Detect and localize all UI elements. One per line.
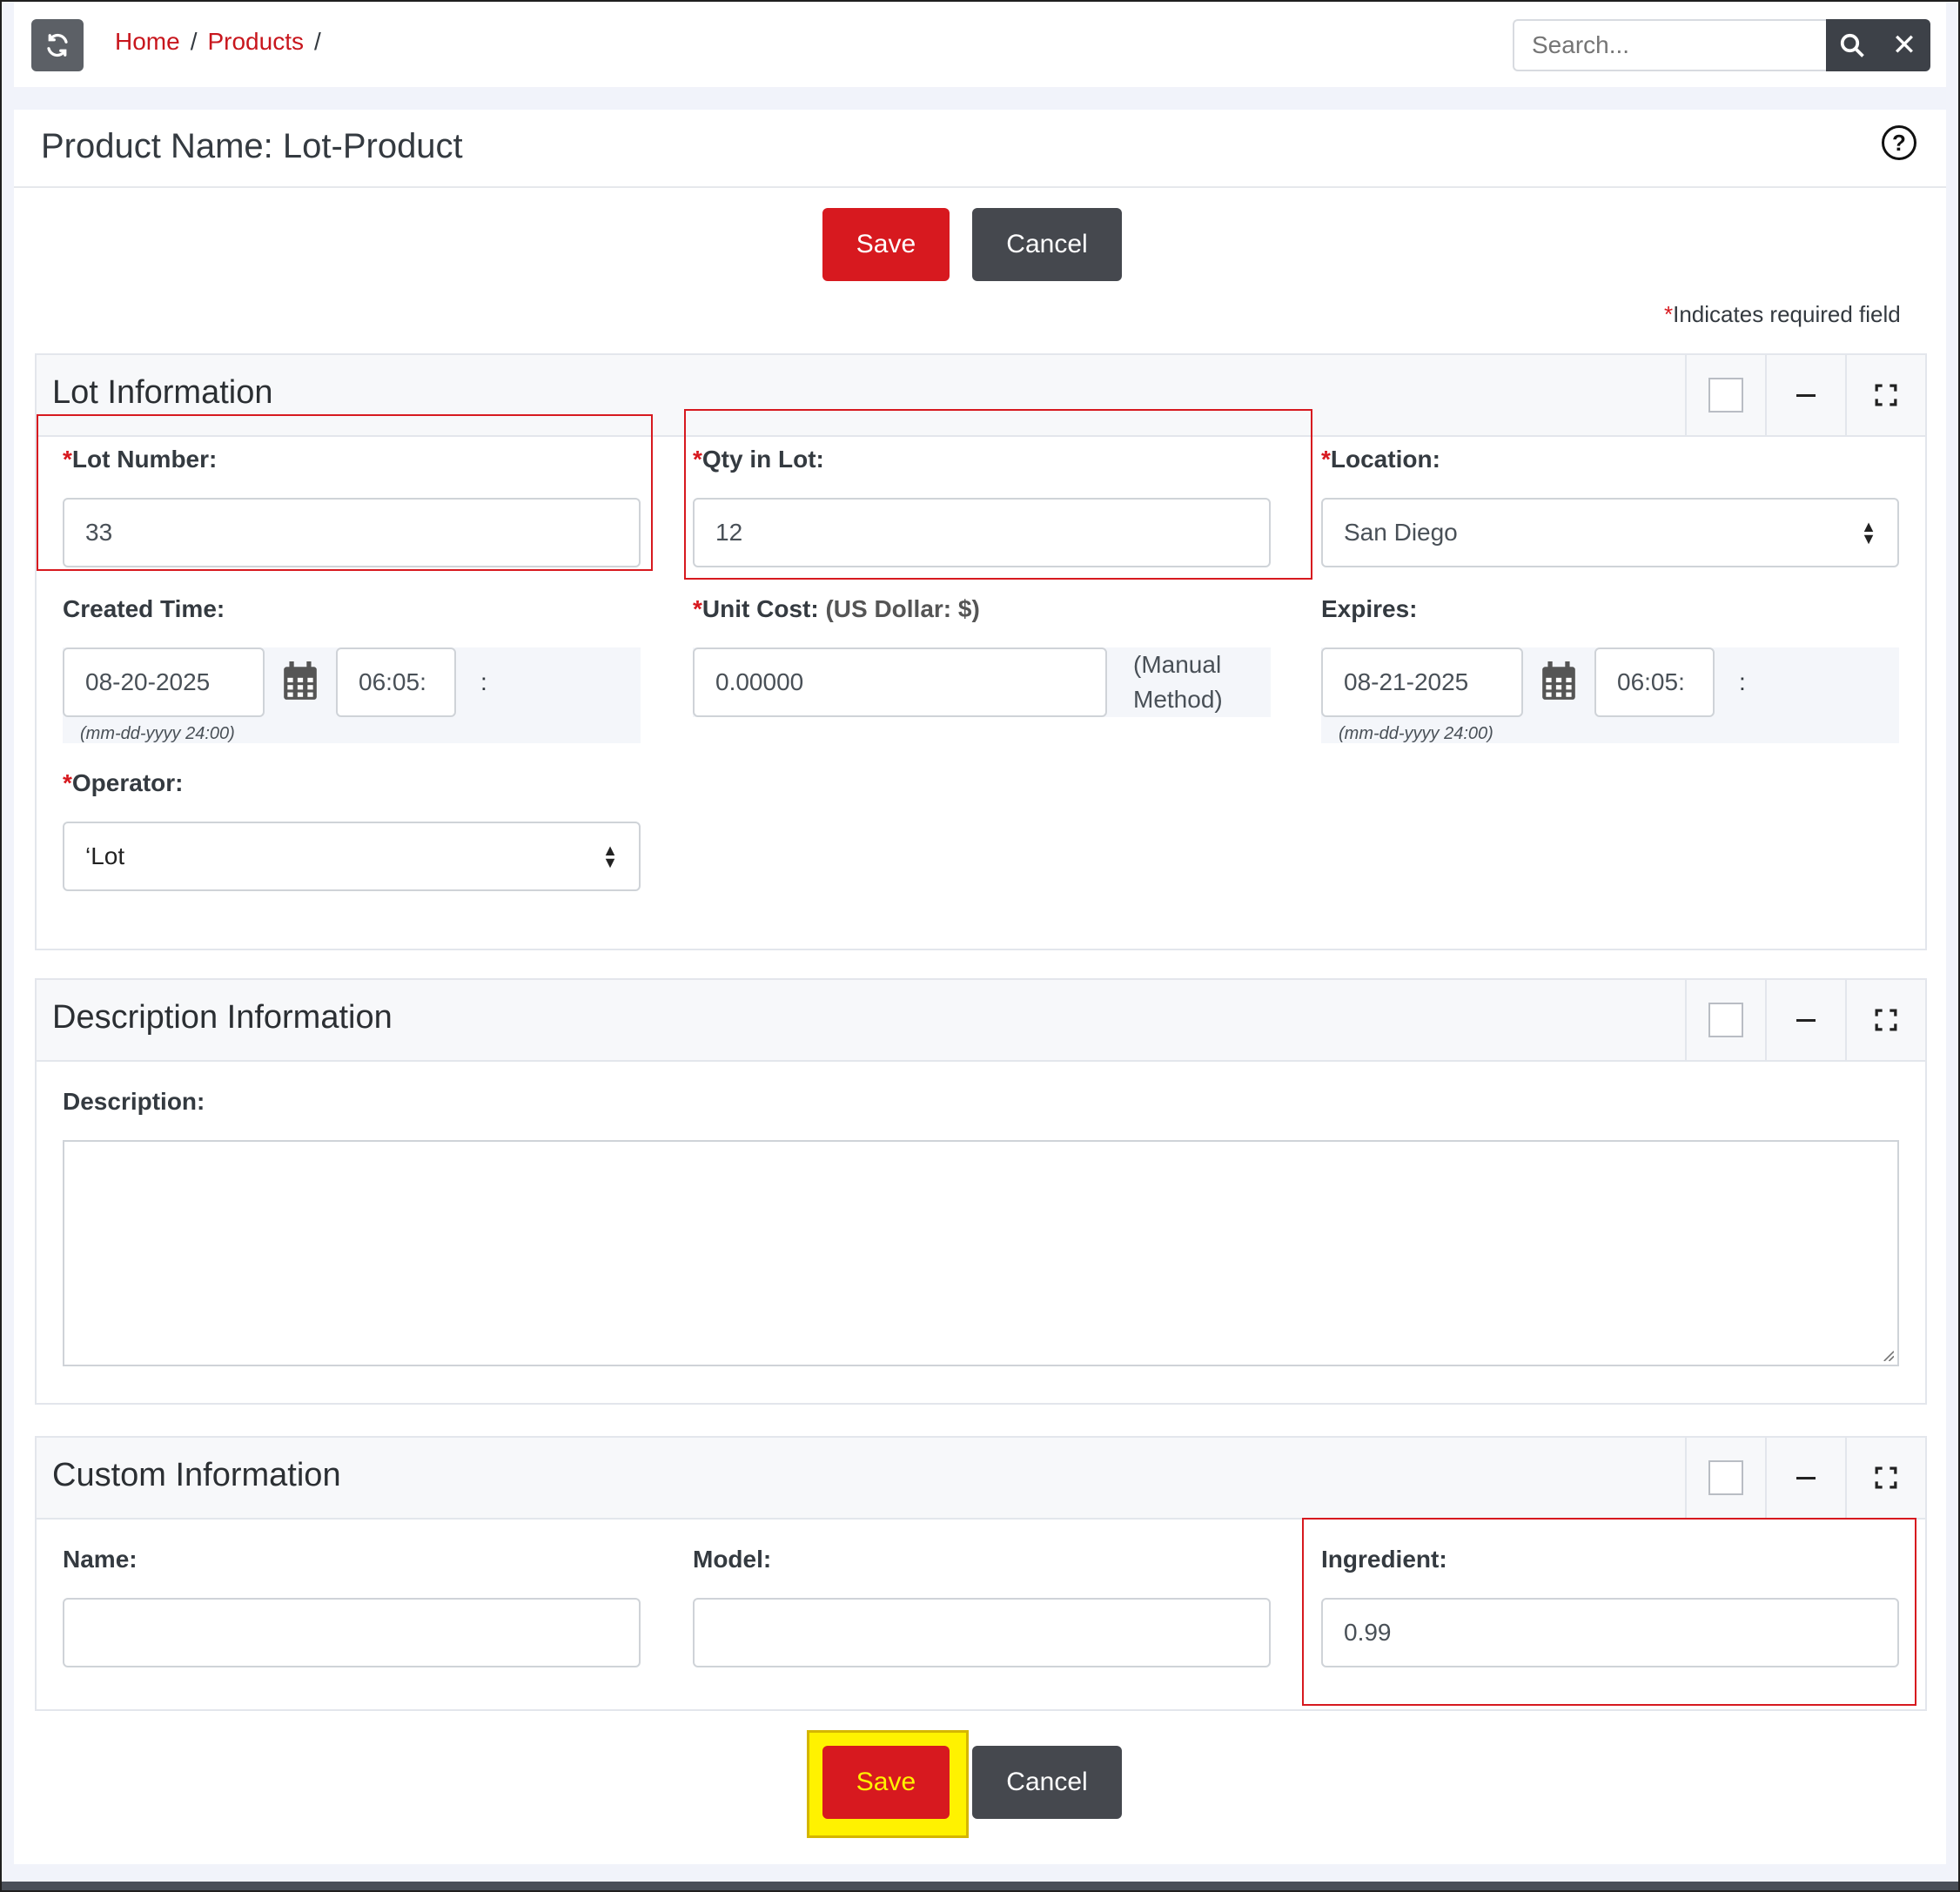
unit-cost-label: *Unit Cost: (US Dollar: $) <box>693 595 980 622</box>
name-label: Name: <box>63 1546 138 1573</box>
minimize-icon <box>1796 1476 1816 1479</box>
minimize-icon <box>1796 393 1816 397</box>
date-format-hint: (mm-dd-yyyy 24:00) <box>1339 724 1493 743</box>
location-label: *Location: <box>1321 446 1440 473</box>
created-time-input[interactable]: 06:05: <box>336 647 456 717</box>
fullscreen-button[interactable] <box>1845 1438 1925 1518</box>
ingredient-label: Ingredient: <box>1321 1546 1447 1573</box>
time-separator: : <box>480 668 487 695</box>
operator-label: *Operator: <box>63 769 184 796</box>
panel-tools <box>1685 355 1925 435</box>
search-button[interactable] <box>1826 19 1878 71</box>
top-bar: Home / Products / ✕ <box>14 2 1946 87</box>
time-separator: : <box>1739 668 1746 695</box>
description-label: Description: <box>63 1088 205 1115</box>
unit-cost-method: (Manual Method) <box>1133 651 1223 713</box>
breadcrumb-home-link[interactable]: Home <box>115 28 180 56</box>
panel-select-checkbox[interactable] <box>1685 980 1765 1060</box>
unit-cost-input[interactable]: 0.00000 <box>693 647 1107 717</box>
description-information-panel: Description Information Description: <box>35 978 1927 1405</box>
refresh-button[interactable] <box>31 19 84 71</box>
fullscreen-button[interactable] <box>1845 355 1925 435</box>
operator-selected-value: ‘Lot <box>85 842 125 869</box>
lot-information-panel: Lot Information *Lot Number: 33 *Qty in … <box>35 353 1927 950</box>
calendar-icon[interactable] <box>282 661 319 701</box>
ingredient-input[interactable]: 0.99 <box>1321 1598 1899 1667</box>
page-header: Product Name: Lot-Product ? <box>14 110 1946 188</box>
minimize-button[interactable] <box>1765 1438 1845 1518</box>
page-card: Product Name: Lot-Product ? Save Cancel … <box>14 110 1946 1864</box>
panel-header: Custom Information <box>37 1438 1925 1520</box>
date-format-hint: (mm-dd-yyyy 24:00) <box>80 724 235 743</box>
panel-title: Custom Information <box>52 1457 341 1493</box>
fullscreen-icon <box>1875 384 1897 406</box>
expires-date-input[interactable]: 08-21-2025 <box>1321 647 1523 717</box>
lot-number-label: *Lot Number: <box>63 446 218 473</box>
panel-header: Description Information <box>37 980 1925 1062</box>
qty-in-lot-input[interactable]: 12 <box>693 498 1271 567</box>
search-bar: ✕ <box>1513 19 1930 71</box>
close-icon: ✕ <box>1891 29 1917 62</box>
qty-in-lot-label: *Qty in Lot: <box>693 446 824 473</box>
created-date-input[interactable]: 08-20-2025 <box>63 647 265 717</box>
panel-title: Description Information <box>52 999 393 1036</box>
resize-handle-icon[interactable] <box>1882 1349 1894 1361</box>
model-label: Model: <box>693 1546 772 1573</box>
bottom-bar <box>0 1882 1960 1892</box>
breadcrumb-separator: / <box>313 28 321 55</box>
panel-select-checkbox[interactable] <box>1685 355 1765 435</box>
clear-search-button[interactable]: ✕ <box>1878 19 1930 71</box>
refresh-icon <box>47 33 68 57</box>
save-button-bottom[interactable]: Save <box>822 1746 950 1819</box>
breadcrumb: Home / Products / <box>115 28 321 56</box>
breadcrumb-separator: / <box>190 28 198 55</box>
fullscreen-icon <box>1875 1466 1897 1489</box>
expires-time-input[interactable]: 06:05: <box>1594 647 1715 717</box>
minimize-button[interactable] <box>1765 980 1845 1060</box>
created-time-label: Created Time: <box>63 595 225 622</box>
search-input[interactable] <box>1513 19 1826 71</box>
cancel-button-top[interactable]: Cancel <box>972 208 1122 281</box>
location-select[interactable]: San Diego ▲ ▼ <box>1321 498 1899 567</box>
panel-tools <box>1685 1438 1925 1518</box>
fullscreen-button[interactable] <box>1845 980 1925 1060</box>
description-textarea[interactable] <box>63 1140 1899 1366</box>
select-arrows-icon: ▲ ▼ <box>602 842 618 871</box>
select-arrows-icon: ▲ ▼ <box>1861 518 1876 547</box>
cancel-button-bottom[interactable]: Cancel <box>972 1746 1122 1819</box>
panel-tools <box>1685 980 1925 1060</box>
required-field-note: *Indicates required field <box>1664 301 1901 327</box>
location-selected-value: San Diego <box>1344 519 1458 546</box>
name-input[interactable] <box>63 1598 641 1667</box>
expires-label: Expires: <box>1321 595 1418 622</box>
operator-select[interactable]: ‘Lot ▲ ▼ <box>63 822 641 891</box>
panel-select-checkbox[interactable] <box>1685 1438 1765 1518</box>
page-title: Product Name: Lot-Product <box>41 127 463 165</box>
help-icon[interactable]: ? <box>1882 125 1916 160</box>
model-input[interactable] <box>693 1598 1271 1667</box>
minimize-icon <box>1796 1018 1816 1022</box>
save-button-top[interactable]: Save <box>822 208 950 281</box>
fullscreen-icon <box>1875 1009 1897 1031</box>
minimize-button[interactable] <box>1765 355 1845 435</box>
panel-title: Lot Information <box>52 374 273 411</box>
custom-information-panel: Custom Information Name: Model: Ingredie… <box>35 1436 1927 1711</box>
search-icon <box>1840 33 1864 57</box>
lot-number-input[interactable]: 33 <box>63 498 641 567</box>
calendar-icon[interactable] <box>1540 661 1577 701</box>
breadcrumb-products-link[interactable]: Products <box>207 28 304 56</box>
